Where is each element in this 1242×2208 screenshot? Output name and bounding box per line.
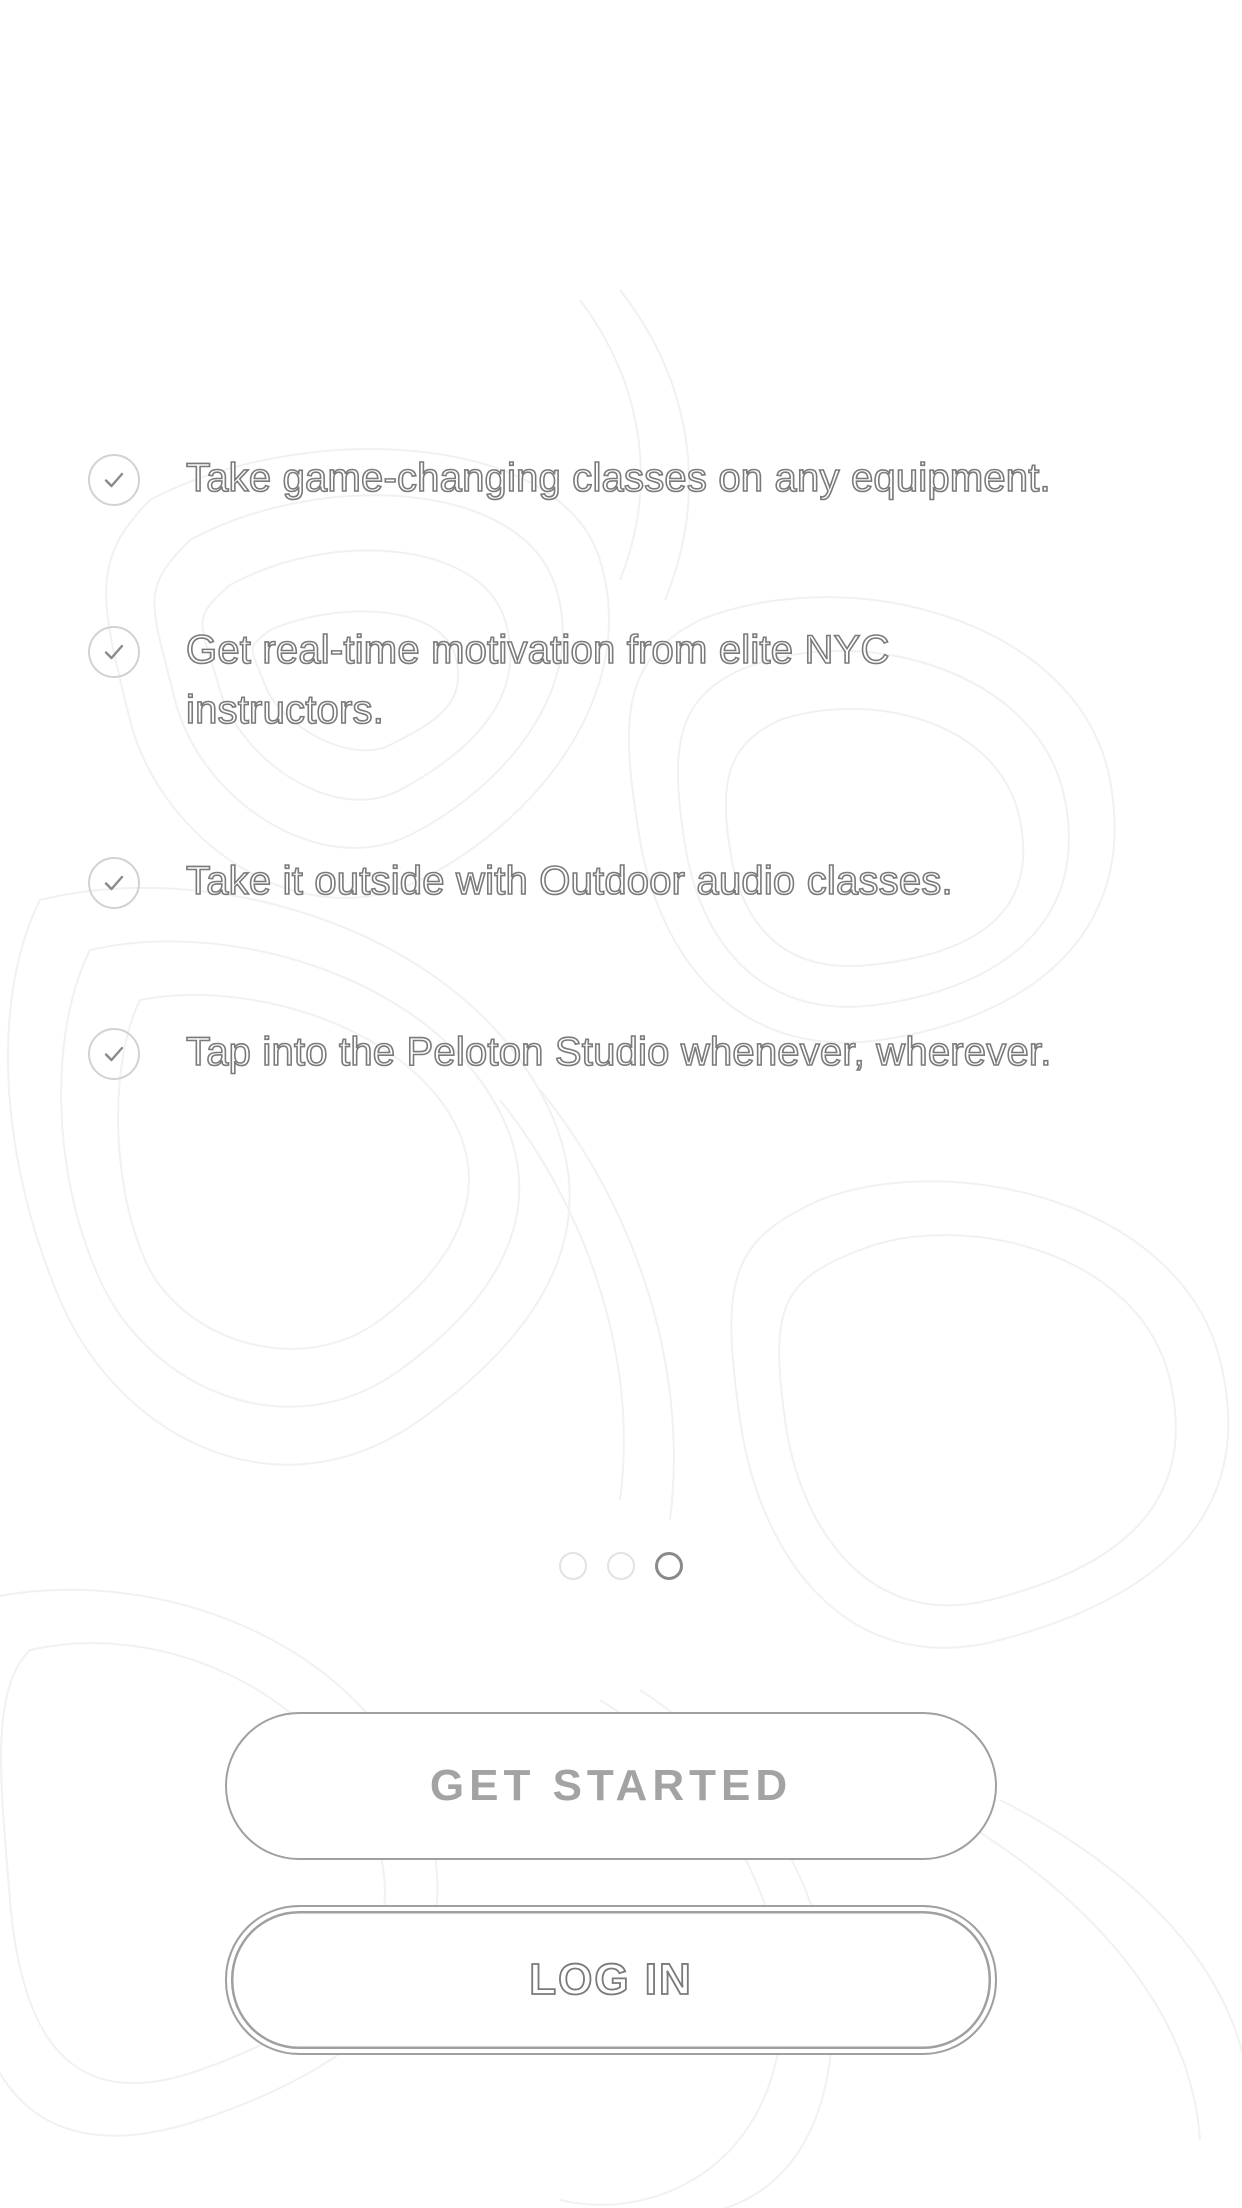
feature-text: Take game-changing classes on any equipm… [185,455,1051,501]
check-circle-icon [88,1028,140,1080]
page-dot-1[interactable] [559,1552,587,1580]
page-dot-2[interactable] [607,1552,635,1580]
log-in-label: LOG IN [528,1954,693,2005]
topographic-background [0,289,1242,2208]
feature-item: Take it outside with Outdoor audio class… [88,851,1178,911]
feature-item: Take game-changing classes on any equipm… [88,448,1178,508]
get-started-button[interactable]: GET STARTED [225,1712,997,1860]
page-dot-3-active[interactable] [655,1552,683,1580]
feature-item: Tap into the Peloton Studio whenever, wh… [88,1022,1178,1082]
log-in-button[interactable]: LOG IN [225,1905,997,2055]
feature-item: Get real-time motivation from elite NYC … [88,620,1178,740]
feature-text: Tap into the Peloton Studio whenever, wh… [185,1029,1052,1075]
check-circle-icon [88,857,140,909]
check-circle-icon [88,454,140,506]
feature-text: Get real-time motivation from elite NYC … [185,627,890,733]
page-indicator [0,1552,1242,1580]
feature-text: Take it outside with Outdoor audio class… [185,858,953,904]
check-circle-icon [88,626,140,678]
get-started-label: GET STARTED [429,1761,793,1810]
